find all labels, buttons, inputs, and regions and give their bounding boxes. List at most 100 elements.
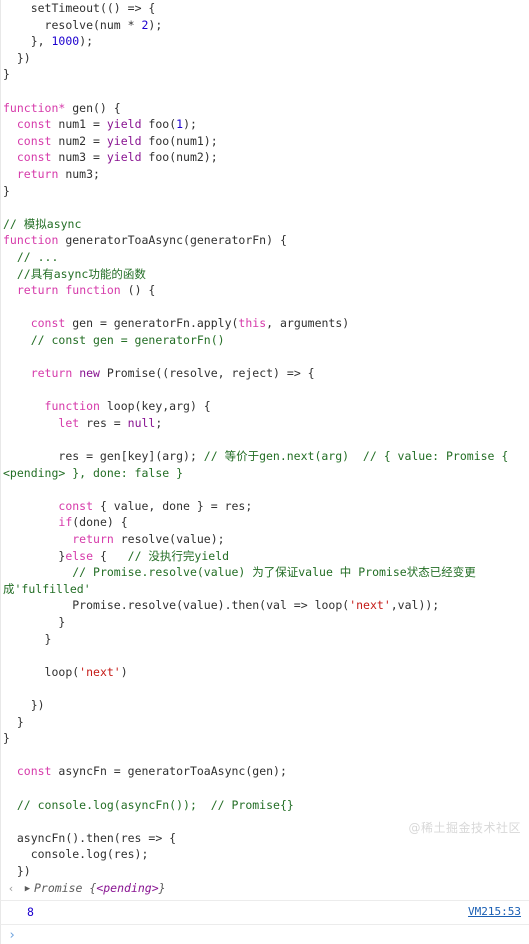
code-token-kw-magenta: function <box>44 399 100 414</box>
code-token-kw-magenta: return <box>72 532 114 546</box>
code-token-plain: num1 = <box>51 117 107 132</box>
code-token-plain: Promise.resolve(value).then(val => loop( <box>3 598 350 613</box>
console-evaluation-result-row[interactable]: ‹ ▶ Promise {<pending>} <box>0 879 529 902</box>
code-line: const gen = generatorFn.apply(this, argu… <box>1 315 525 332</box>
code-token-plain: setTimeout(() <box>3 1 128 15</box>
code-line: } <box>1 631 525 648</box>
code-token-plain: }) <box>3 50 31 65</box>
code-token-plain: res = gen[key](arg); <box>3 449 204 464</box>
code-token-cmt: //具有async功能的函数 <box>16 266 146 281</box>
result-pending-state: <pending> <box>96 881 159 896</box>
code-line: return function () { <box>1 282 525 299</box>
code-token-plain: ); <box>183 117 197 132</box>
code-line: // console.log(asyncFn()); // Promise{} <box>1 797 525 814</box>
code-token-plain: resolve(num * <box>3 17 142 32</box>
code-token-plain: gen = generatorFn.apply( <box>65 316 239 331</box>
console-log-message-row[interactable]: 8 VM215:53 <box>0 901 529 926</box>
code-token-kw-magenta: function <box>3 233 59 248</box>
code-token-kw-purple: yield <box>106 150 142 165</box>
code-token-plain: ; <box>155 415 163 430</box>
code-line: return num3; <box>1 166 525 183</box>
code-line: function generatorToaAsync(generatorFn) … <box>1 232 525 249</box>
code-token-cmt: // Promise.resolve(value) 为了保证value 中 Pr… <box>3 565 476 596</box>
code-line: loop('next') <box>1 664 525 681</box>
code-line: function loop(key,arg) { <box>1 398 525 415</box>
code-line: } <box>1 614 525 631</box>
code-token-plain: gen() { <box>65 100 121 115</box>
code-line: const num3 = yield foo(num2); <box>1 149 525 166</box>
code-token-kw-magenta: return <box>30 366 73 381</box>
code-token-kw-magenta: const <box>16 133 52 148</box>
code-token-kw-magenta: const <box>58 498 94 513</box>
code-token-plain: ); <box>79 34 94 49</box>
code-token-plain: }) <box>3 863 31 878</box>
code-token-plain: } <box>3 548 66 563</box>
code-token-kw-purple: yield <box>106 117 142 132</box>
code-token-kw-magenta: function <box>65 283 121 298</box>
console-prompt-row[interactable]: › <box>0 925 529 944</box>
code-line: }else { // 没执行完yield <box>1 548 525 565</box>
result-brace-open: { <box>89 881 97 896</box>
code-line: Promise.resolve(value).then(val => loop(… <box>1 597 525 614</box>
code-token-plain: }) <box>3 697 45 712</box>
code-token-plain: asyncFn = generatorToaAsync(gen); <box>51 764 287 779</box>
code-token-str: 'next' <box>349 598 391 613</box>
code-token-kw-purple: null <box>127 415 156 430</box>
code-token-kw-magenta: const <box>30 316 66 331</box>
code-token-plain: (done) { <box>72 515 128 530</box>
code-token-plain: { <box>93 548 128 563</box>
code-line: const num1 = yield foo(1); <box>1 116 525 133</box>
code-line: }, 1000); <box>1 33 525 50</box>
code-token-cmt: // 模拟async <box>3 216 82 231</box>
code-line: resolve(num * 2); <box>1 17 525 34</box>
code-line: // 模拟async <box>1 216 525 233</box>
code-token-cmt: // console.log(asyncFn()); // Promise{} <box>16 797 294 812</box>
code-token-kw-magenta: return <box>16 283 59 298</box>
log-value-number: 8 <box>27 905 34 920</box>
code-line: // Promise.resolve(value) 为了保证value 中 Pr… <box>1 564 525 597</box>
code-token-plain: console.log(res); <box>3 847 149 862</box>
code-line: }) <box>1 50 525 67</box>
code-line: const { value, done } = res; <box>1 498 525 515</box>
code-token-plain: } <box>3 67 10 82</box>
code-token-kw-magenta: const <box>16 117 52 132</box>
code-token-cmt: // const gen = generatorFn() <box>30 332 225 347</box>
code-token-kw-magenta: this <box>238 316 267 331</box>
code-token-plain: asyncFn().then(res => { <box>3 830 177 845</box>
code-token-plain: } <box>3 714 24 729</box>
code-token-plain: ,val)); <box>390 598 440 613</box>
code-line: //具有async功能的函数 <box>1 266 525 283</box>
code-token-kw-magenta: const <box>16 150 52 165</box>
code-line: return new Promise((resolve, reject) => … <box>1 365 525 382</box>
result-value-text: Promise {<pending>} <box>34 880 166 897</box>
log-source-link[interactable]: VM215:53 <box>468 904 521 920</box>
prompt-chevron-icon: › <box>8 928 16 944</box>
code-token-plain: } <box>3 631 52 646</box>
console-prompt-input[interactable] <box>23 928 529 944</box>
expand-triangle-icon[interactable]: ▶ <box>21 880 34 898</box>
code-line: let res = null; <box>1 415 525 432</box>
code-line: // const gen = generatorFn() <box>1 332 525 349</box>
code-line: }) <box>1 863 525 880</box>
code-token-plain: } <box>3 614 66 629</box>
return-arrow-icon: ‹ <box>7 882 15 896</box>
code-token-plain: Promise((resolve, reject) => { <box>99 366 315 381</box>
console-source-code-block[interactable]: setTimeout(() => { resolve(num * 2); }, … <box>0 0 529 880</box>
code-line: function* gen() { <box>1 100 525 117</box>
code-token-plain: ); <box>148 17 163 32</box>
code-token-plain: res = <box>79 415 128 430</box>
